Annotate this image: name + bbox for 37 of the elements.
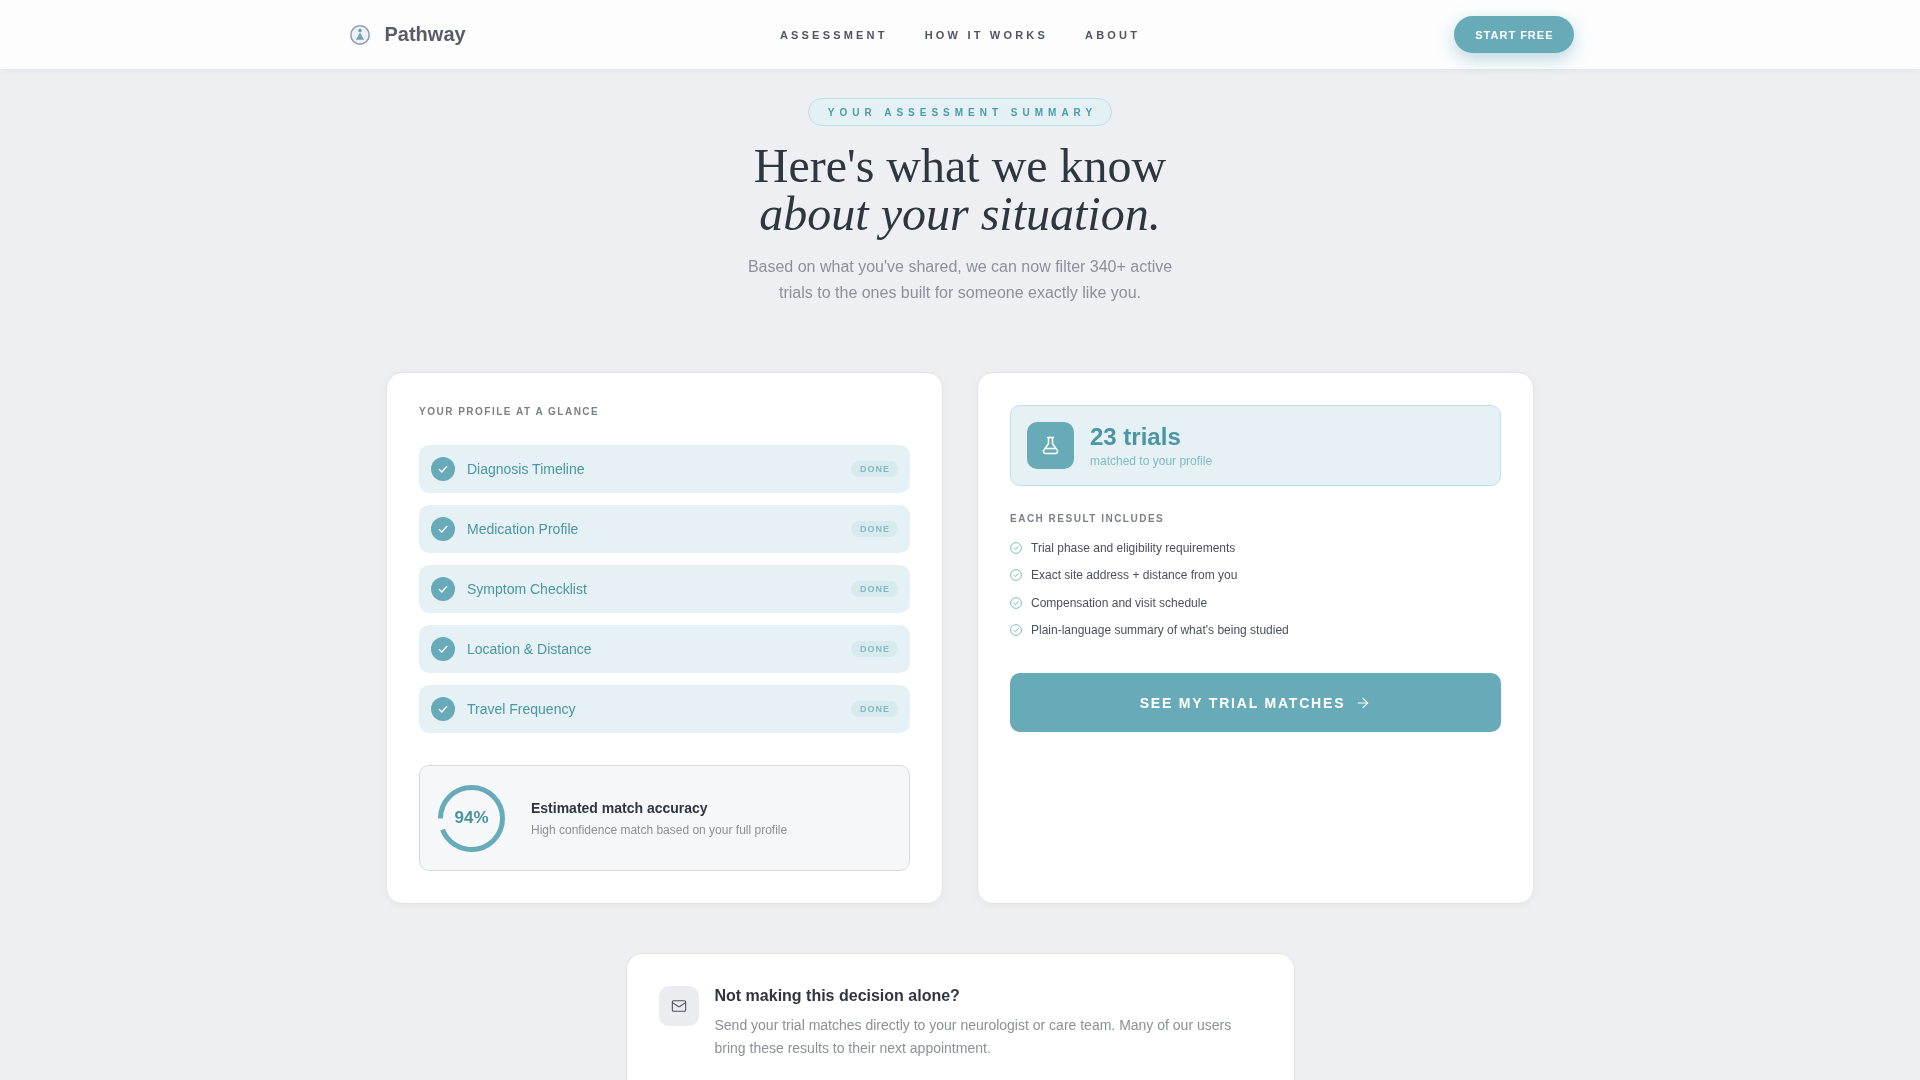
nav-link[interactable]: HOW IT WORKS [924, 28, 1048, 41]
page-heading: Here's what we know about your situation. [752, 142, 1168, 238]
page-subtitle: Based on what you've shared, we can now filter 340+ active trials to the ones built for someone exactly like you. [746, 257, 1174, 303]
mail-icon [658, 986, 699, 1026]
feature-text: Plain-language summary of what's being studied [1031, 623, 1289, 638]
feature-text: Compensation and visit schedule [1031, 595, 1208, 610]
flask-icon [1027, 422, 1074, 469]
logo-icon [349, 24, 370, 45]
item-label: Travel Frequency [467, 701, 577, 717]
check-circle-icon [1010, 569, 1022, 582]
item-label: Location & Distance [467, 641, 593, 657]
status-tag: DONE [851, 641, 898, 657]
eyebrow-tag: YOUR ASSESSMENT SUMMARY [807, 98, 1113, 126]
accuracy-title: Estimated match accuracy [531, 798, 709, 817]
status-tag: DONE [851, 461, 898, 477]
trial-count: 23 trials [1090, 422, 1182, 451]
accuracy-value: 94% [454, 808, 489, 828]
item-label: Medication Profile [467, 521, 580, 537]
item-label: Diagnosis Timeline [467, 461, 586, 477]
nav-link[interactable]: ASSESSMENT [779, 28, 888, 41]
item-label: Symptom Checklist [467, 581, 588, 597]
share-title: Not making this decision alone? [714, 986, 961, 1006]
status-tag: DONE [851, 521, 898, 537]
feature-text: Trial phase and eligibility requirements [1031, 541, 1236, 555]
share-text: Send your trial matches directly to your neurologist or care team. Many of our users bring these results to their next appointment. [714, 1016, 1233, 1058]
check-circle-icon [1010, 542, 1022, 554]
nav-link[interactable]: ABOUT [1085, 28, 1141, 41]
check-circle-icon [1010, 624, 1022, 637]
brand-name: Pathway [384, 23, 466, 46]
feature-text: Exact site address + distance from you [1031, 568, 1238, 583]
status-tag: DONE [851, 581, 898, 597]
accuracy-description: High confidence match based on your full profile [531, 821, 788, 838]
trial-caption: matched to your profile [1090, 452, 1213, 469]
check-circle-icon [1010, 596, 1022, 609]
section-heading: EACH RESULT INCLUDES [1010, 512, 1166, 526]
status-tag: DONE [851, 701, 898, 717]
section-heading: YOUR PROFILE AT A GLANCE [419, 405, 601, 419]
